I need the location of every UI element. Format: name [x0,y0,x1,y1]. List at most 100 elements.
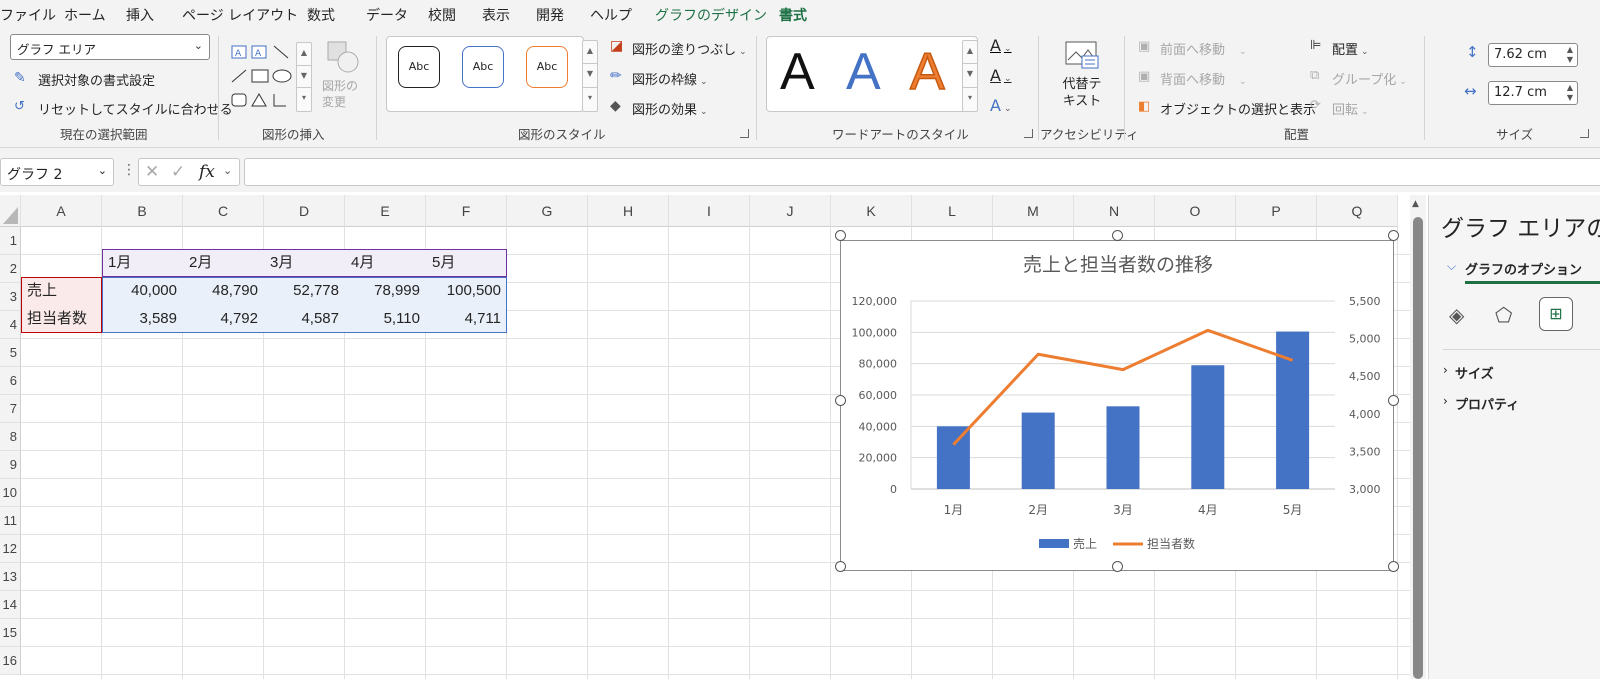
rotate-button[interactable]: 回転 ⌄ [1332,99,1369,118]
row-header[interactable]: 13 [0,563,21,591]
column-header[interactable]: I [669,195,750,227]
wordart-scroll[interactable]: ▲ ▼ ▾ [962,40,978,112]
tab-help[interactable]: ヘルプ [590,5,632,25]
column-header[interactable]: O [1155,195,1236,227]
shape-effects-button[interactable]: 図形の効果 ⌄ [632,99,708,118]
column-header[interactable]: H [588,195,669,227]
column-header[interactable]: N [1074,195,1155,227]
tab-home[interactable]: ホーム [64,5,106,25]
shape-style-3[interactable]: Abc [526,46,568,88]
spin-arrows-icon[interactable]: ▲ ▼ [1567,45,1573,65]
row-header[interactable]: 11 [0,507,21,535]
shape-fill-button[interactable]: 図形の塗りつぶし ⌄ [632,39,747,58]
shape-outline-button[interactable]: 図形の枠線 ⌄ [632,69,708,88]
group-button[interactable]: グループ化 ⌄ [1332,69,1407,88]
value-cell[interactable]: 3,589 [102,305,183,333]
value-cell[interactable]: 4,587 [264,305,345,333]
chart-area[interactable]: 売上と担当者数の推移 0 20,000 40,000 60,000 80,000 100,0… [840,240,1394,571]
row-header[interactable]: 7 [0,395,21,423]
row-header[interactable]: 5 [0,339,21,367]
column-header[interactable]: M [993,195,1074,227]
row-header[interactable]: 2 [0,255,21,283]
tab-chart-design[interactable]: グラフのデザイン [655,5,767,25]
scrollbar-thumb[interactable] [1413,217,1423,679]
insert-function-button[interactable]: fx [199,162,215,182]
resize-handle[interactable] [1112,230,1123,241]
value-cell[interactable]: 78,999 [345,277,426,305]
dialog-launcher-icon[interactable] [1580,129,1589,138]
text-outline-icon[interactable]: A ⌄ [990,66,1012,85]
scroll-up-icon[interactable]: ▲ [1412,199,1419,209]
dialog-launcher-icon[interactable] [740,129,749,138]
cancel-icon[interactable]: ✕ [145,162,159,182]
resize-handle[interactable] [835,230,846,241]
change-shape-button[interactable]: 図形の変更 [322,78,366,110]
wordart-style-2[interactable]: A [846,46,881,98]
formula-input[interactable] [244,158,1600,186]
header-cell[interactable]: 2月 [183,249,264,277]
shape-style-2[interactable]: Abc [462,46,504,88]
size-properties-icon[interactable]: ⊞ [1539,297,1573,331]
tab-view[interactable]: 表示 [482,5,510,25]
chart-element-dropdown[interactable]: グラフ エリア ⌄ [10,34,210,60]
value-cell[interactable]: 100,500 [426,277,507,305]
pane-tab-chart-options[interactable]: グラフのオプション [1465,259,1582,278]
column-header[interactable]: C [183,195,264,227]
send-backward-button[interactable]: 背面へ移動 ⌄ [1160,69,1247,88]
column-header[interactable]: L [912,195,993,227]
effects-pentagon-icon[interactable]: ⬠ [1495,303,1512,327]
row-header[interactable]: 6 [0,367,21,395]
alt-text-button[interactable]: 代替テキスト [1060,76,1104,110]
header-cell[interactable]: 5月 [426,249,507,277]
row-header[interactable]: 4 [0,311,21,339]
column-header[interactable]: G [507,195,588,227]
column-header[interactable]: D [264,195,345,227]
column-header[interactable]: B [102,195,183,227]
wordart-style-3[interactable]: A [909,45,945,99]
column-header[interactable]: A [21,195,102,227]
bring-forward-button[interactable]: 前面へ移動 ⌄ [1160,39,1247,58]
section-size[interactable]: サイズ [1455,363,1494,382]
more-icon[interactable]: ⋮ [122,162,136,178]
column-header[interactable]: Q [1317,195,1398,227]
selection-pane-button[interactable]: オブジェクトの選択と表示 [1160,99,1316,118]
row-header[interactable]: 9 [0,451,21,479]
text-effects-icon[interactable]: A ⌄ [990,96,1012,115]
tab-insert[interactable]: 挿入 [126,5,154,25]
wordart-style-1[interactable]: A [780,46,815,98]
value-cell[interactable]: 52,778 [264,277,345,305]
column-header[interactable]: K [831,195,912,227]
shape-gallery-scroll[interactable]: ▲ ▼ ▾ [296,42,312,112]
dialog-launcher-icon[interactable] [1024,129,1033,138]
align-button[interactable]: 配置 ⌄ [1332,39,1369,58]
header-cell[interactable]: 3月 [264,249,345,277]
text-fill-icon[interactable]: A ⌄ [990,36,1012,55]
resize-handle[interactable] [1112,561,1123,572]
fill-line-icon[interactable]: ◈ [1449,303,1464,327]
tab-developer[interactable]: 開発 [536,5,564,25]
row-header[interactable]: 3 [0,283,21,311]
row-header[interactable]: 16 [0,647,21,675]
select-all-corner[interactable] [0,195,21,227]
row-header[interactable]: 10 [0,479,21,507]
tab-page-layout[interactable]: ページ レイアウト [182,5,298,25]
value-cell[interactable]: 40,000 [102,277,183,305]
resize-handle[interactable] [835,561,846,572]
value-cell[interactable]: 5,110 [345,305,426,333]
tab-review[interactable]: 校閲 [428,5,456,25]
row-header[interactable]: 12 [0,535,21,563]
row-label-cell[interactable]: 担当者数 [21,305,102,333]
row-header[interactable]: 15 [0,619,21,647]
shape-style-1[interactable]: Abc [398,46,440,88]
reset-style-button[interactable]: リセットしてスタイルに合わせる [38,99,233,118]
tab-data[interactable]: データ [366,5,408,25]
resize-handle[interactable] [835,395,846,406]
header-cell[interactable]: 1月 [102,249,183,277]
column-header[interactable]: J [750,195,831,227]
tab-file[interactable]: ファイル [0,5,56,25]
shape-height-input[interactable]: 7.62 cm ▲ ▼ [1488,43,1578,67]
value-cell[interactable]: 48,790 [183,277,264,305]
value-cell[interactable]: 4,792 [183,305,264,333]
column-header[interactable]: F [426,195,507,227]
column-header[interactable]: P [1236,195,1317,227]
